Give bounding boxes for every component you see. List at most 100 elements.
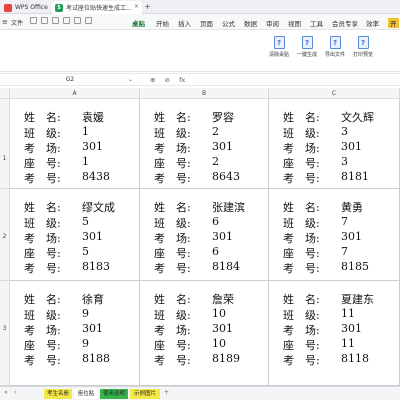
field-value: 11 bbox=[341, 307, 355, 320]
field-label: 座 号: bbox=[154, 339, 191, 352]
sheet-tab-seat-labels[interactable]: 座位贴 bbox=[74, 389, 98, 399]
ribbon-toolbar: ? 清除桌贴 ? 一键生成 ? 导出文件 ? 打印预览 bbox=[0, 30, 400, 72]
row-header-3[interactable]: 3 bbox=[0, 281, 10, 386]
field-label: 考 场: bbox=[24, 232, 61, 245]
field-value: 8438 bbox=[82, 170, 110, 183]
field-value: 5 bbox=[82, 215, 89, 228]
print-icon[interactable] bbox=[41, 17, 48, 24]
field-label: 班 级: bbox=[154, 217, 191, 230]
seat-card-cell[interactable]: 姓 名: 罗容班 级: 2 考 场: 301 座 号: 2 考 号: 8643 bbox=[140, 99, 269, 189]
add-sheet-icon[interactable]: + bbox=[164, 389, 169, 396]
column-header-b[interactable]: B bbox=[140, 88, 269, 99]
field-label: 班 级: bbox=[154, 309, 191, 322]
field-label: 考 场: bbox=[283, 142, 320, 155]
field-value: 8183 bbox=[82, 260, 110, 273]
tab-efficiency[interactable]: 效率 bbox=[366, 18, 379, 28]
prev-sheet-icon[interactable]: ‹ bbox=[14, 389, 16, 396]
tab-review[interactable]: 审阅 bbox=[266, 18, 279, 28]
field-value: 张建滨 bbox=[212, 201, 245, 214]
field-label: 考 场: bbox=[154, 232, 191, 245]
field-label: 姓 名: bbox=[154, 111, 191, 124]
field-value: 5 bbox=[82, 245, 89, 258]
select-all-corner[interactable] bbox=[0, 88, 10, 99]
zoom-icon[interactable]: ⊕ bbox=[150, 76, 155, 84]
field-value: 黄勇 bbox=[341, 201, 363, 214]
field-value: 8184 bbox=[212, 260, 240, 273]
field-label: 考 号: bbox=[283, 172, 320, 185]
clear-desk-label-button[interactable]: ? 清除桌贴 bbox=[266, 36, 292, 58]
sheet-tab-instructions[interactable]: 使用说明 bbox=[100, 389, 128, 399]
tab-desk-label[interactable]: 桌贴 bbox=[132, 18, 145, 32]
tab-home[interactable]: 开始 bbox=[156, 18, 169, 28]
field-label: 座 号: bbox=[154, 247, 191, 260]
export-file-button[interactable]: ? 导出文件 bbox=[322, 36, 348, 58]
document-tab[interactable]: S 考试座位贴快速生成工具V3.xl × bbox=[52, 1, 142, 14]
seat-card-cell[interactable]: 姓 名: 徐育班 级: 9 考 场: 301 座 号: 9 考 号: 8188 bbox=[10, 281, 140, 386]
field-label: 考 号: bbox=[283, 262, 320, 275]
seat-card-cell[interactable]: 姓 名: 文久辉班 级: 3 考 场: 301 座 号: 3 考 号: 8181 bbox=[269, 99, 400, 189]
one-click-generate-button[interactable]: ? 一键生成 bbox=[294, 36, 320, 58]
tab-data[interactable]: 数据 bbox=[244, 18, 257, 28]
seat-card-cell[interactable]: 姓 名: 詹荣班 级: 10 考 场: 301 座 号: 10 考 号: 8189 bbox=[140, 281, 269, 386]
field-value: 301 bbox=[212, 322, 233, 335]
field-label: 姓 名: bbox=[283, 201, 320, 214]
field-label: 考 号: bbox=[154, 262, 191, 275]
tab-tools[interactable]: 工具 bbox=[310, 18, 323, 28]
field-label: 考 场: bbox=[154, 324, 191, 337]
field-value: 袁媛 bbox=[82, 111, 104, 124]
document-title: 考试座位贴快速生成工具V3.xl bbox=[66, 5, 136, 12]
help-icon: ? bbox=[301, 36, 313, 49]
field-value: 11 bbox=[341, 337, 355, 350]
tab-member[interactable]: 会员专享 bbox=[332, 18, 358, 28]
save-icon[interactable] bbox=[30, 17, 37, 24]
field-value: 8118 bbox=[341, 352, 369, 365]
seat-card-cell[interactable]: 姓 名: 张建滨班 级: 6 考 场: 301 座 号: 6 考 号: 8184 bbox=[140, 189, 269, 281]
tab-page[interactable]: 页面 bbox=[200, 18, 213, 28]
print-preview-button[interactable]: ? 打印预览 bbox=[350, 36, 376, 58]
cancel-icon[interactable]: ⊘ bbox=[165, 76, 170, 84]
tab-insert[interactable]: 插入 bbox=[178, 18, 191, 28]
column-header-a[interactable]: A bbox=[10, 88, 140, 99]
wps-home-tab[interactable]: WPS Office bbox=[1, 1, 51, 14]
field-label: 考 号: bbox=[24, 354, 61, 367]
redo-icon[interactable] bbox=[74, 17, 81, 24]
more-icon[interactable] bbox=[85, 17, 92, 24]
close-tab-icon[interactable]: × bbox=[134, 3, 139, 10]
sheet-tab-roster[interactable]: 考生名册 bbox=[44, 389, 72, 399]
field-value: 2 bbox=[212, 155, 219, 168]
field-value: 9 bbox=[82, 337, 89, 350]
help-icon: ? bbox=[273, 36, 285, 49]
field-label: 姓 名: bbox=[283, 293, 320, 306]
column-header-c[interactable]: C bbox=[269, 88, 400, 99]
hamburger-menu-icon[interactable]: ≡ bbox=[2, 18, 8, 26]
formula-bar: G2 ⌄ ⊕ ⊘ fx bbox=[0, 73, 400, 86]
name-box[interactable]: G2 bbox=[0, 74, 140, 86]
field-value: 8185 bbox=[341, 260, 369, 273]
field-label: 班 级: bbox=[154, 127, 191, 140]
field-value: 詹荣 bbox=[212, 293, 234, 306]
new-tab-icon[interactable]: + bbox=[144, 2, 151, 11]
field-label: 座 号: bbox=[154, 157, 191, 170]
file-menu[interactable]: 文件 bbox=[11, 18, 23, 27]
field-value: 301 bbox=[82, 322, 103, 335]
function-icon[interactable]: fx bbox=[179, 76, 185, 84]
field-value: 6 bbox=[212, 215, 219, 228]
spreadsheet-logo-icon: S bbox=[55, 3, 63, 12]
seat-card-cell[interactable]: 姓 名: 夏建东班 级: 11 考 场: 301 座 号: 11 考 号: 8118 bbox=[269, 281, 400, 386]
row-header-2[interactable]: 2 bbox=[0, 189, 10, 281]
tab-view[interactable]: 视图 bbox=[288, 18, 301, 28]
first-sheet-icon[interactable]: « bbox=[4, 389, 8, 396]
tab-open[interactable]: 开 bbox=[388, 18, 399, 28]
preview-icon[interactable] bbox=[52, 17, 59, 24]
tab-formula[interactable]: 公式 bbox=[222, 18, 235, 28]
field-label: 考 场: bbox=[283, 324, 320, 337]
seat-card-cell[interactable]: 姓 名: 袁媛班 级: 1 考 场: 301 座 号: 1 考 号: 8438 bbox=[10, 99, 140, 189]
sheet-tab-example-images[interactable]: 示例图片 bbox=[130, 389, 160, 399]
row-header-1[interactable]: 1 bbox=[0, 99, 10, 189]
undo-icon[interactable] bbox=[63, 17, 70, 24]
field-value: 2 bbox=[212, 125, 219, 138]
field-value: 301 bbox=[341, 230, 362, 243]
seat-card-cell[interactable]: 姓 名: 缪文成班 级: 5 考 场: 301 座 号: 5 考 号: 8183 bbox=[10, 189, 140, 281]
seat-card-cell[interactable]: 姓 名: 黄勇班 级: 7 考 场: 301 座 号: 7 考 号: 8185 bbox=[269, 189, 400, 281]
name-box-dropdown-icon[interactable]: ⌄ bbox=[128, 76, 133, 83]
